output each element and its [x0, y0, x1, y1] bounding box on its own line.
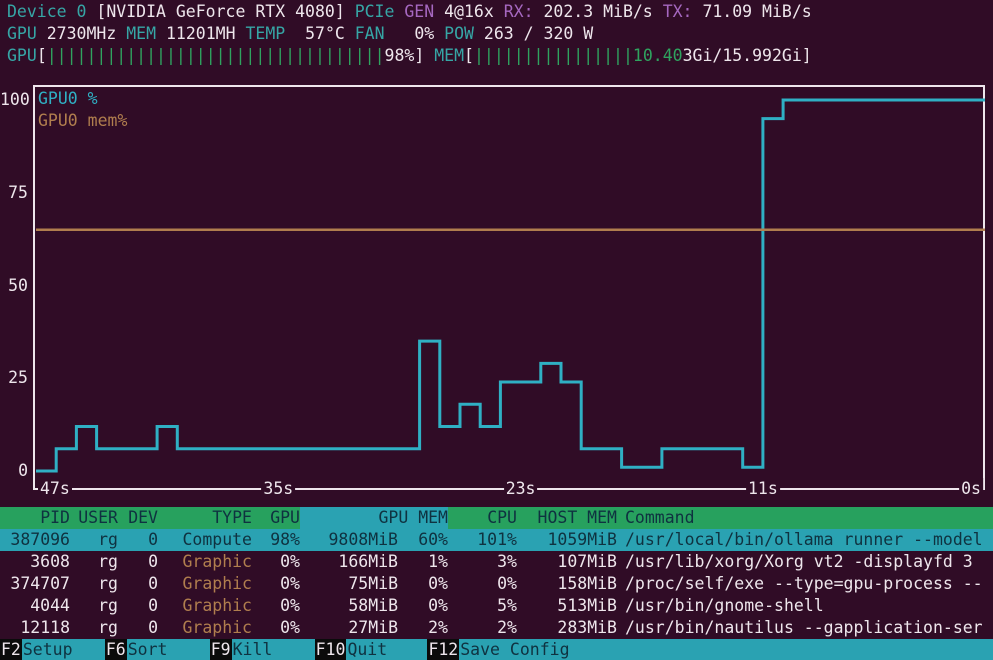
cell-mem_pct: 2% — [398, 617, 448, 639]
cell-user: rg — [70, 595, 118, 617]
cell-gpu: 0% — [252, 573, 300, 595]
cell-host_mem: 158MiB — [517, 573, 617, 595]
cell-type: Graphic — [158, 573, 252, 595]
cell-cpu: 3% — [448, 551, 517, 573]
cell-gpu: 0% — [252, 595, 300, 617]
cell-user: rg — [70, 529, 118, 551]
setup-button[interactable]: Setup — [22, 639, 105, 660]
x-axis-tick-label: 47s — [38, 478, 72, 500]
cell-host_mem: 513MiB — [517, 595, 617, 617]
y-axis-tick-label: 25 — [0, 367, 28, 389]
cell-pid: 3608 — [8, 551, 70, 573]
column-header-command[interactable]: Command — [625, 507, 993, 529]
y-axis-tick-label: 50 — [0, 275, 28, 297]
sort-button[interactable]: Sort — [127, 639, 210, 660]
cell-pid: 4044 — [8, 595, 70, 617]
legend-gpu-mem-percent: GPU0 mem% — [38, 110, 127, 132]
x-axis-tick-label: 0s — [959, 478, 983, 500]
cell-command: /proc/self/exe --type=gpu-process -- — [625, 573, 993, 595]
cell-command: /usr/bin/gnome-shell — [625, 595, 993, 617]
fkey-label-f2: F2 — [0, 639, 22, 660]
cell-command: /usr/local/bin/ollama runner --model — [625, 529, 993, 551]
table-row[interactable]: 12118rg0Graphic0%27MiB2%2%283MiB/usr/bin… — [0, 617, 993, 639]
cell-gpu: 0% — [252, 617, 300, 639]
y-axis-tick-label: 75 — [0, 182, 28, 204]
cell-user: rg — [70, 551, 118, 573]
cell-pid: 12118 — [8, 617, 70, 639]
cell-host_mem: 1059MiB — [517, 529, 617, 551]
cell-mem_pct: 1% — [398, 551, 448, 573]
cell-pid: 387096 — [8, 529, 70, 551]
process-table-header: PIDUSERDEVTYPEGPUGPU MEMCPUHOST MEM Comma… — [0, 507, 993, 529]
quit-button[interactable]: Quit — [346, 639, 427, 660]
column-header-hostmem[interactable]: HOST MEM — [517, 507, 617, 529]
save-config-button[interactable]: Save Config — [459, 639, 993, 660]
cell-cpu: 101% — [448, 529, 517, 551]
column-header-gpumem[interactable]: GPU MEM — [300, 507, 448, 529]
cell-mem_pct: 0% — [398, 573, 448, 595]
nvtop-terminal: Device 0 [NVIDIA GeForce RTX 4080] PCIe … — [0, 0, 993, 660]
table-row[interactable]: 374707rg0Graphic0%75MiB0%0%158MiB/proc/s… — [0, 573, 993, 595]
cell-cpu: 0% — [448, 573, 517, 595]
cell-dev: 0 — [118, 617, 158, 639]
cell-dev: 0 — [118, 529, 158, 551]
column-header-cpu[interactable]: CPU — [448, 507, 517, 529]
cell-mem_pct: 0% — [398, 595, 448, 617]
column-header-dev[interactable]: DEV — [118, 507, 158, 529]
fkey-label-f10: F10 — [315, 639, 347, 660]
cell-cpu: 2% — [448, 617, 517, 639]
fkey-label-f9: F9 — [210, 639, 232, 660]
cell-dev: 0 — [118, 595, 158, 617]
cell-gpu_mem: 75MiB — [300, 573, 398, 595]
y-axis-tick-label: 0 — [0, 460, 28, 482]
table-row[interactable]: 3608rg0Graphic0%166MiB1%3%107MiB/usr/lib… — [0, 551, 993, 573]
cell-type: Graphic — [158, 617, 252, 639]
x-axis-tick-label: 23s — [504, 478, 538, 500]
cell-user: rg — [70, 617, 118, 639]
fkey-label-f12: F12 — [427, 639, 459, 660]
process-table-body: 387096rg0Compute98%9808MiB60%101%1059MiB… — [0, 529, 993, 639]
cell-dev: 0 — [118, 551, 158, 573]
function-key-bar: F2SetupF6SortF9KillF10QuitF12Save Config — [0, 639, 993, 660]
cell-gpu_mem: 58MiB — [300, 595, 398, 617]
x-axis-tick-label: 11s — [746, 478, 780, 500]
cell-host_mem: 283MiB — [517, 617, 617, 639]
cell-command: /usr/bin/nautilus --gapplication-ser — [625, 617, 993, 639]
cell-gpu: 0% — [252, 551, 300, 573]
cell-dev: 0 — [118, 573, 158, 595]
cell-type: Graphic — [158, 551, 252, 573]
cell-pid: 374707 — [8, 573, 70, 595]
table-row[interactable]: 387096rg0Compute98%9808MiB60%101%1059MiB… — [0, 529, 993, 551]
cell-gpu: 98% — [252, 529, 300, 551]
cell-gpu_mem: 9808MiB — [300, 529, 398, 551]
y-axis-tick-label: 100 — [0, 89, 28, 111]
gpu-utilization-line — [36, 100, 985, 471]
cell-type: Compute — [158, 529, 252, 551]
cell-gpu_mem: 27MiB — [300, 617, 398, 639]
column-header-type[interactable]: TYPE — [158, 507, 252, 529]
cell-gpu_mem: 166MiB — [300, 551, 398, 573]
process-table: PIDUSERDEVTYPEGPUGPU MEMCPUHOST MEM Comma… — [0, 507, 993, 639]
legend-gpu-percent: GPU0 % — [38, 88, 98, 110]
cell-type: Graphic — [158, 595, 252, 617]
column-header-pid[interactable]: PID — [8, 507, 70, 529]
cell-command: /usr/lib/xorg/Xorg vt2 -displayfd 3 — [625, 551, 993, 573]
cell-user: rg — [70, 573, 118, 595]
fkey-label-f6: F6 — [105, 639, 127, 660]
cell-mem_pct: 60% — [398, 529, 448, 551]
cell-host_mem: 107MiB — [517, 551, 617, 573]
column-header-user[interactable]: USER — [70, 507, 118, 529]
table-row[interactable]: 4044rg0Graphic0%58MiB0%5%513MiB/usr/bin/… — [0, 595, 993, 617]
kill-button[interactable]: Kill — [232, 639, 315, 660]
x-axis-tick-label: 35s — [261, 478, 295, 500]
cell-cpu: 5% — [448, 595, 517, 617]
column-header-gpu[interactable]: GPU — [252, 507, 300, 529]
